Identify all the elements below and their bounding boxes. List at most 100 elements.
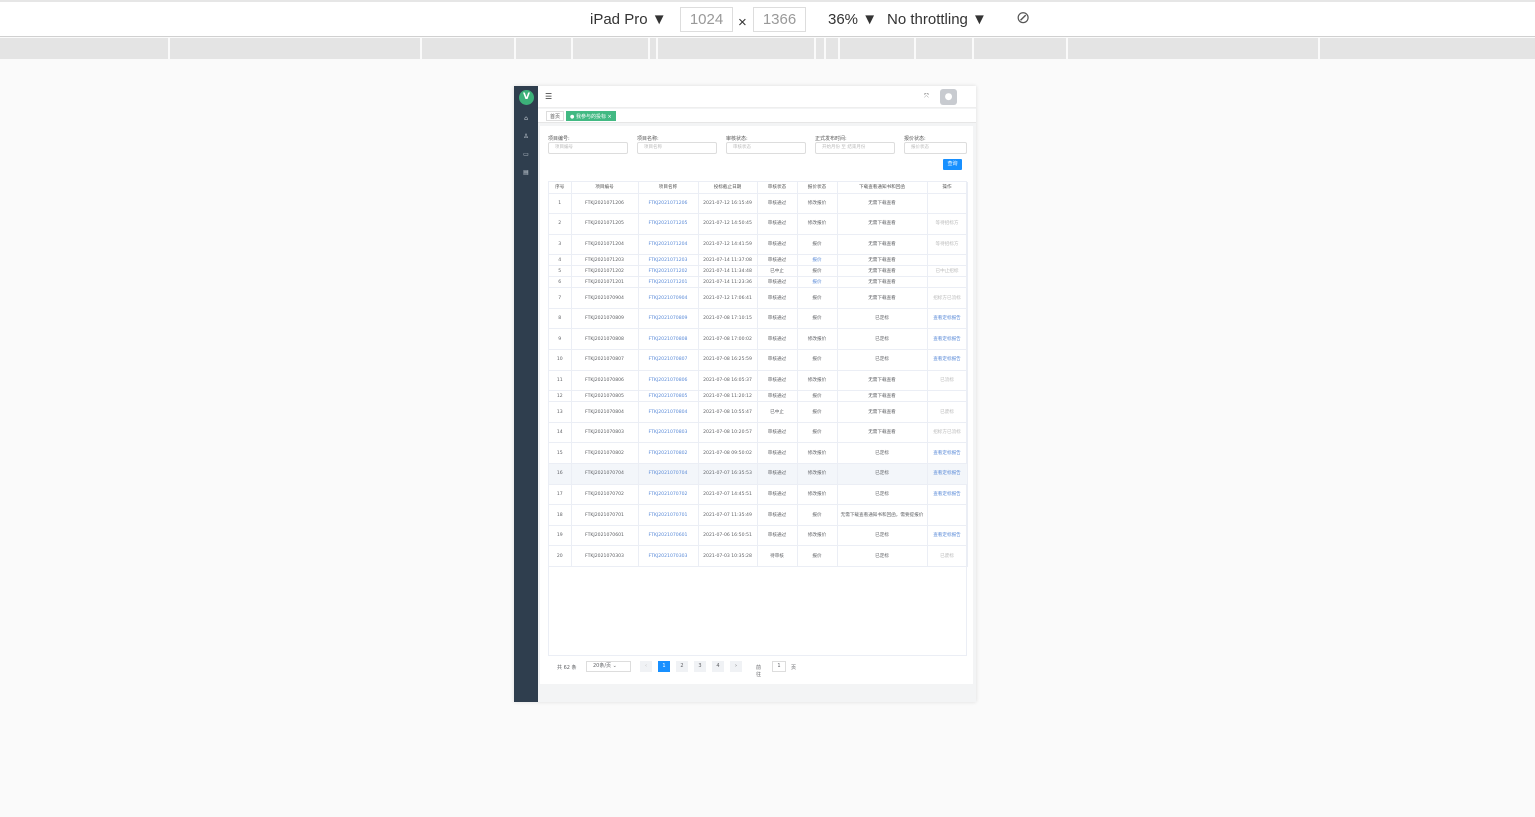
table-row[interactable]: 12 FTKJ2021070805 FTKJ2021070805 2021-07-08… <box>549 390 968 403</box>
quote-status: 报价 <box>797 287 838 309</box>
project-name-link[interactable]: FTKJ2021071205 <box>638 213 699 235</box>
prev-page-button[interactable]: ‹ <box>640 661 652 672</box>
project-name-link[interactable]: FTKJ2021070904 <box>638 287 699 309</box>
project-name-link[interactable]: FTKJ2021070804 <box>638 401 699 423</box>
table-row[interactable]: 10 FTKJ2021070807 FTKJ2021070807 2021-07-08… <box>549 349 968 371</box>
table-row[interactable]: 5 FTKJ2021071202 FTKJ2021071202 2021-07-14 … <box>549 265 968 278</box>
table-row[interactable]: 16 FTKJ2021070704 FTKJ2021070704 2021-07-07… <box>549 463 968 485</box>
table-row[interactable]: 18 FTKJ2021070701 FTKJ2021070701 2021-07-07… <box>549 504 968 526</box>
project-name-link[interactable]: FTKJ2021070808 <box>638 328 699 351</box>
project-name-link[interactable]: FTKJ2021071201 <box>638 276 699 289</box>
zoom-select[interactable]: 36% ▼ <box>828 11 877 28</box>
filter-input[interactable]: 审核状态 <box>726 142 806 154</box>
tab-my-bids[interactable]: ● 我参与的投标 × <box>566 111 616 121</box>
throttling-select[interactable]: No throttling ▼ <box>887 11 987 28</box>
rotate-icon[interactable]: ⊘ <box>1016 8 1030 28</box>
action[interactable]: 查看定标报告 <box>927 442 968 465</box>
avatar[interactable]: ● <box>940 89 957 105</box>
table-row[interactable]: 15 FTKJ2021070802 FTKJ2021070802 2021-07-08… <box>549 442 968 465</box>
sidebar-monitor-icon[interactable]: ▭ <box>522 151 530 158</box>
row-index: 19 <box>549 525 572 547</box>
fullscreen-icon[interactable]: ⤧ <box>924 93 929 101</box>
height-input[interactable]: 1366 <box>753 7 806 32</box>
top-header: ☰ ⤧ ● <box>538 86 976 108</box>
project-code: FTKJ2021070804 <box>571 401 639 423</box>
row-index: 5 <box>549 265 572 278</box>
table-row[interactable]: 8 FTKJ2021070809 FTKJ2021070809 2021-07-08 … <box>549 308 968 330</box>
project-name-link[interactable]: FTKJ2021071203 <box>638 254 699 267</box>
project-code: FTKJ2021070303 <box>571 545 639 567</box>
table-row[interactable]: 13 FTKJ2021070804 FTKJ2021070804 2021-07-08… <box>549 401 968 423</box>
filter-input[interactable]: 报价状态 <box>904 142 967 154</box>
table-row[interactable]: 1 FTKJ2021071206 FTKJ2021071206 2021-07-12 … <box>549 193 968 215</box>
project-name-link[interactable]: FTKJ2021071204 <box>638 234 699 256</box>
column-header: 下载查看通知书和回函 <box>837 182 928 194</box>
sidebar-user-icon[interactable]: ♙ <box>522 133 530 140</box>
table-row[interactable]: 4 FTKJ2021071203 FTKJ2021071203 2021-07-14 … <box>549 254 968 267</box>
quote-status: 报价 <box>797 234 838 256</box>
action[interactable]: 查看定标报告 <box>927 328 968 351</box>
review-status: 审核通过 <box>757 213 798 235</box>
action[interactable]: 查看定标报告 <box>927 484 968 506</box>
project-code: FTKJ2021070806 <box>571 370 639 392</box>
column-header: 报价状态 <box>797 182 838 194</box>
table-row[interactable]: 19 FTKJ2021070601 FTKJ2021070601 2021-07-06… <box>549 525 968 547</box>
next-page-button[interactable]: › <box>730 661 742 672</box>
project-name-link[interactable]: FTKJ2021070809 <box>638 308 699 330</box>
project-name-link[interactable]: FTKJ2021070803 <box>638 422 699 444</box>
media-query-ruler[interactable] <box>0 38 1535 59</box>
filter-input[interactable]: 开始月份 至 结束月份 <box>815 142 895 154</box>
page-button[interactable]: 1 <box>658 661 670 672</box>
table-row[interactable]: 11 FTKJ2021070806 FTKJ2021070806 2021-07-08… <box>549 370 968 392</box>
deadline: 2021-07-07 16:35:53 <box>698 463 758 485</box>
row-index: 15 <box>549 442 572 465</box>
quote-status[interactable]: 报价 <box>797 254 838 267</box>
project-name-link[interactable]: FTKJ2021070806 <box>638 370 699 392</box>
project-name-link[interactable]: FTKJ2021071202 <box>638 265 699 278</box>
project-name-link[interactable]: FTKJ2021070303 <box>638 545 699 567</box>
tab-home[interactable]: 首页 <box>546 111 565 121</box>
project-name-link[interactable]: FTKJ2021070805 <box>638 390 699 403</box>
menu-toggle-icon[interactable]: ☰ <box>545 92 552 101</box>
project-name-link[interactable]: FTKJ2021070802 <box>638 442 699 465</box>
action[interactable]: 查看定标报告 <box>927 308 968 330</box>
page-button[interactable]: 4 <box>712 661 724 672</box>
project-name-link[interactable]: FTKJ2021071206 <box>638 193 699 215</box>
project-name-link[interactable]: FTKJ2021070702 <box>638 484 699 506</box>
table-row[interactable]: 3 FTKJ2021071204 FTKJ2021071204 2021-07-12 … <box>549 234 968 256</box>
table-row[interactable]: 17 FTKJ2021070702 FTKJ2021070702 2021-07-07… <box>549 484 968 506</box>
table-row[interactable]: 7 FTKJ2021070904 FTKJ2021070904 2021-07-12 … <box>549 287 968 309</box>
project-code: FTKJ2021070702 <box>571 484 639 506</box>
filter-input[interactable]: 项目名称 <box>637 142 717 154</box>
page-size-select[interactable]: 20条/页 ⌄ <box>586 661 631 672</box>
app-logo: V <box>519 90 534 105</box>
project-name-link[interactable]: FTKJ2021070704 <box>638 463 699 485</box>
action[interactable]: 查看定标报告 <box>927 463 968 485</box>
goto-page-input[interactable]: 1 <box>772 661 786 672</box>
deadline: 2021-07-08 11:20:12 <box>698 390 758 403</box>
action[interactable]: 查看定标报告 <box>927 349 968 371</box>
project-name-link[interactable]: FTKJ2021070601 <box>638 525 699 547</box>
table-row[interactable]: 20 FTKJ2021070303 FTKJ2021070303 2021-07-03… <box>549 545 968 567</box>
quote-status[interactable]: 报价 <box>797 276 838 289</box>
download-status: 无需下载查看 <box>837 287 928 309</box>
device-select[interactable]: iPad Pro ▼ <box>590 11 667 28</box>
main-area: ☰ ⤧ ● 首页 ● 我参与的投标 × 项目编号: 项目编号 项目名称: 项目名称 审核… <box>538 86 976 702</box>
goto-label: 前往 <box>756 665 762 678</box>
sidebar-document-icon[interactable]: ▤ <box>522 169 530 176</box>
deadline: 2021-07-12 14:41:59 <box>698 234 758 256</box>
action[interactable]: 查看定标报告 <box>927 525 968 547</box>
table-row[interactable]: 2 FTKJ2021071205 FTKJ2021071205 2021-07-12 … <box>549 213 968 235</box>
project-name-link[interactable]: FTKJ2021070701 <box>638 504 699 526</box>
table-row[interactable]: 14 FTKJ2021070803 FTKJ2021070803 2021-07-08… <box>549 422 968 444</box>
page-button[interactable]: 2 <box>676 661 688 672</box>
table-row[interactable]: 6 FTKJ2021071201 FTKJ2021071201 2021-07-14 … <box>549 276 968 289</box>
sidebar-home-icon[interactable]: ⌂ <box>522 115 530 122</box>
filter-input[interactable]: 项目编号 <box>548 142 628 154</box>
project-name-link[interactable]: FTKJ2021070807 <box>638 349 699 371</box>
table-row[interactable]: 9 FTKJ2021070808 FTKJ2021070808 2021-07-08 … <box>549 328 968 351</box>
width-input[interactable]: 1024 <box>680 7 733 32</box>
query-button[interactable]: 查询 <box>943 159 962 170</box>
page-button[interactable]: 3 <box>694 661 706 672</box>
action: 招标方已流标 <box>927 287 968 309</box>
